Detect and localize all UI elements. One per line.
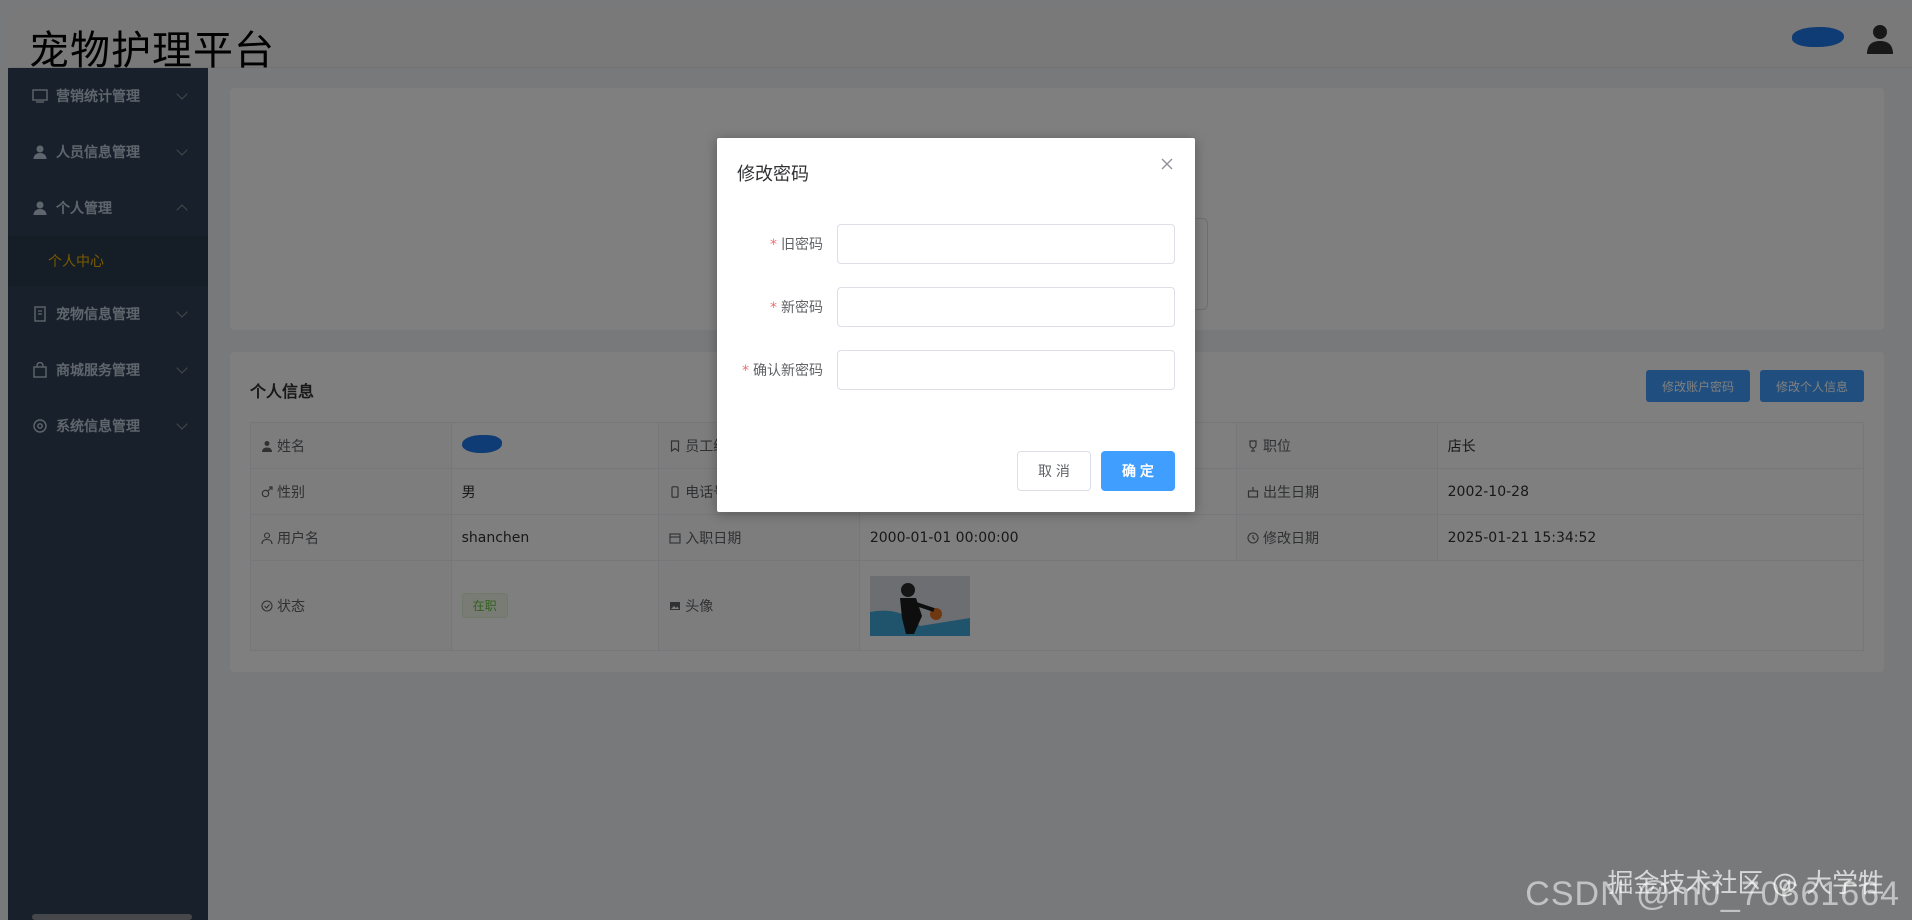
dialog-title: 修改密码	[737, 164, 809, 185]
new-password-input[interactable]	[837, 287, 1175, 327]
confirm-password-label: * 确认新密码	[742, 363, 823, 379]
old-password-label: * 旧密码	[770, 237, 823, 253]
new-password-row: * 新密码	[717, 287, 1195, 327]
confirm-button[interactable]: 确 定	[1101, 451, 1175, 491]
confirm-password-input[interactable]	[837, 350, 1175, 390]
watermark-secondary: 掘金技术社区 @ 大学牲	[1607, 869, 1884, 899]
confirm-password-row: * 确认新密码	[717, 350, 1195, 390]
change-password-dialog: 修改密码 * 旧密码 * 新密码 * 确认新密码 取 消 确 定	[717, 138, 1195, 512]
close-icon[interactable]	[1159, 156, 1175, 172]
new-password-label: * 新密码	[770, 300, 823, 316]
old-password-row: * 旧密码	[717, 224, 1195, 264]
old-password-input[interactable]	[837, 224, 1175, 264]
cancel-button[interactable]: 取 消	[1017, 451, 1091, 491]
